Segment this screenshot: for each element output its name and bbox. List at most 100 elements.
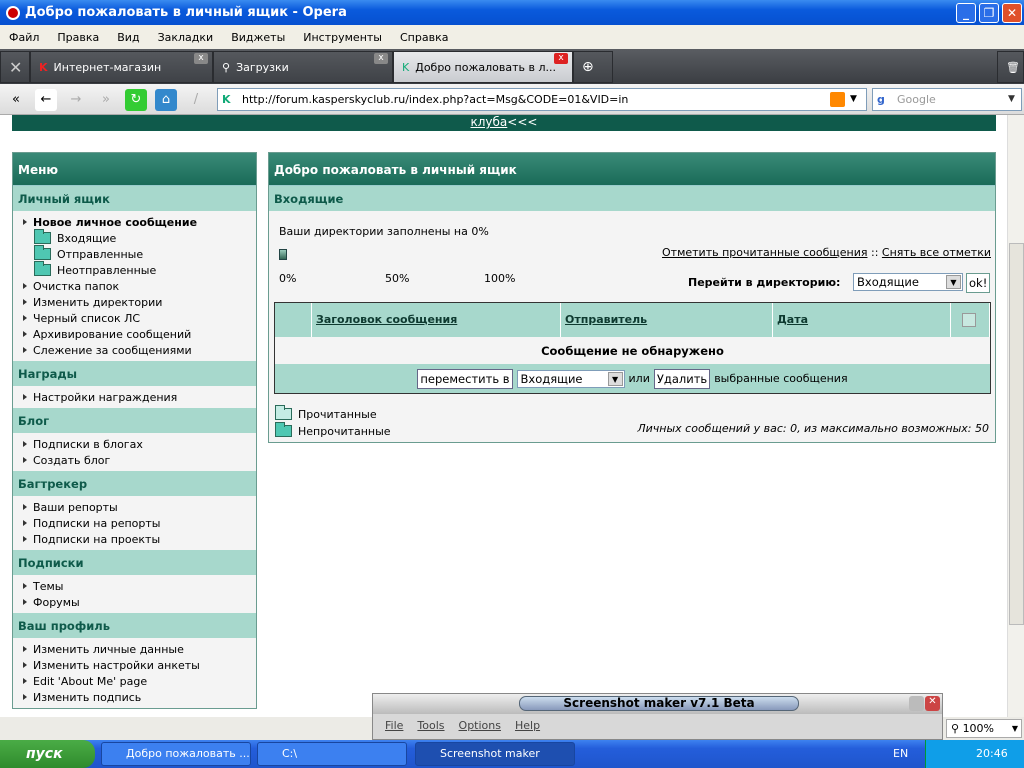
sidebar-item[interactable]: Темы: [23, 578, 256, 594]
forward-icon[interactable]: →: [65, 89, 87, 111]
sm-menu-help[interactable]: Help: [515, 719, 540, 732]
menu-edit[interactable]: Правка: [48, 31, 108, 44]
selected-label: выбранные сообщения: [714, 372, 848, 385]
folder-unsent[interactable]: Неотправленные: [23, 261, 256, 278]
title-bar: Добро пожаловать в личный ящик - Opera _…: [0, 0, 1024, 25]
task-screenshot-maker[interactable]: Screenshot maker: [415, 742, 575, 766]
scrollbar-thumb[interactable]: [1009, 243, 1024, 625]
sm-menu: File Tools Options Help: [385, 719, 540, 732]
reload-icon[interactable]: ↻: [125, 89, 147, 111]
trash-icon[interactable]: 🗑: [997, 51, 1024, 83]
dropdown-arrow-icon[interactable]: ▼: [946, 275, 961, 289]
rss-icon[interactable]: [830, 92, 845, 107]
opera-icon: [6, 5, 20, 20]
dropdown-icon[interactable]: ▼: [850, 89, 857, 110]
home-icon[interactable]: ⌂: [155, 89, 177, 111]
close-button[interactable]: ✕: [1002, 3, 1022, 23]
window-title: Добро пожаловать в личный ящик - Opera: [25, 5, 347, 20]
menu-help[interactable]: Справка: [391, 31, 457, 44]
read-folder-icon: [275, 405, 292, 420]
column-subject[interactable]: Заголовок сообщения: [312, 303, 561, 337]
rewind-icon[interactable]: «: [5, 89, 27, 111]
search-dropdown-icon[interactable]: ▼: [1008, 89, 1015, 110]
sidebar-item[interactable]: Подписки на репорты: [23, 515, 256, 531]
minimize-button[interactable]: _: [956, 3, 976, 23]
sidebar-item[interactable]: Ваши репорты: [23, 499, 256, 515]
club-link[interactable]: клуба: [471, 115, 508, 129]
sidebar-item[interactable]: Изменить подпись: [23, 689, 256, 705]
sm-minimize-button[interactable]: [909, 696, 924, 711]
sm-title: Screenshot maker v7.1 Beta: [519, 696, 799, 711]
move-to-button[interactable]: переместить в: [417, 368, 513, 389]
column-date[interactable]: Дата: [773, 303, 951, 337]
unmark-all-link[interactable]: Снять все отметки: [882, 246, 991, 259]
sidebar-item[interactable]: Изменить настройки анкеты: [23, 657, 256, 673]
kaspersky-club-icon: K: [402, 60, 410, 74]
maximize-button[interactable]: ❐: [979, 3, 999, 23]
folder-sent[interactable]: Отправленные: [23, 245, 256, 262]
tab-downloads[interactable]: ⚲ Загрузки x: [213, 51, 393, 83]
sidebar-item[interactable]: Настройки награждения: [23, 389, 256, 405]
sm-close-button[interactable]: ✕: [925, 696, 940, 711]
sidebar-item[interactable]: Подписки на проекты: [23, 531, 256, 547]
sm-menu-tools[interactable]: Tools: [417, 719, 444, 732]
vertical-scrollbar[interactable]: [1007, 115, 1024, 717]
search-input[interactable]: g Google ▼: [872, 88, 1022, 111]
sm-menu-file[interactable]: File: [385, 719, 403, 732]
sidebar-item[interactable]: Edit 'About Me' page: [23, 673, 256, 689]
empty-message: Сообщение не обнаружено: [541, 344, 724, 358]
back-icon[interactable]: ←: [35, 89, 57, 111]
folder-inbox[interactable]: Входящие: [23, 229, 256, 246]
goto-folder-value: Входящие: [857, 275, 919, 289]
edit-icon[interactable]: /: [185, 89, 207, 111]
menu-bookmarks[interactable]: Закладки: [149, 31, 223, 44]
screenshot-maker-window: Screenshot maker v7.1 Beta ✕ File Tools …: [372, 693, 943, 740]
or-label: или: [628, 372, 650, 385]
sidebar-item[interactable]: Изменить личные данные: [23, 641, 256, 657]
delete-button[interactable]: Удалить: [653, 368, 711, 389]
start-button[interactable]: пуск: [0, 740, 95, 768]
sidebar-item[interactable]: Форумы: [23, 594, 256, 610]
close-tab-icon[interactable]: x: [554, 53, 568, 64]
legend-unread: Непрочитанные: [275, 422, 391, 439]
magnifier-icon: ⚲: [951, 722, 963, 735]
bulk-actions: переместить в Входящие ▼ или Удалить выбр…: [275, 364, 990, 393]
close-tab-icon[interactable]: x: [194, 53, 208, 64]
task-explorer[interactable]: C:\: [257, 742, 407, 766]
sidebar-item[interactable]: Очистка папок: [23, 278, 256, 294]
column-sender[interactable]: Отправитель: [561, 303, 773, 337]
new-message-link[interactable]: Новое личное сообщение: [23, 214, 256, 230]
sidebar-item[interactable]: Черный список ЛС: [23, 310, 256, 326]
select-all-checkbox[interactable]: [962, 313, 976, 327]
sidebar-title: Меню: [13, 153, 256, 186]
sidebar-item[interactable]: Создать блог: [23, 452, 256, 468]
tab-label: Интернет-магазин: [53, 60, 162, 74]
fast-forward-icon[interactable]: »: [95, 89, 117, 111]
menu-file[interactable]: Файл: [0, 31, 48, 44]
mark-read-link[interactable]: Отметить прочитанные сообщения: [662, 246, 868, 259]
system-tray: 20:46: [925, 740, 1024, 768]
sidebar-item[interactable]: Архивирование сообщений: [23, 326, 256, 342]
address-input[interactable]: Khttp://forum.kasperskyclub.ru/index.php…: [217, 88, 867, 111]
menu-widgets[interactable]: Виджеты: [222, 31, 294, 44]
zoom-select[interactable]: ⚲ 100% ▼: [946, 719, 1022, 738]
tab-inbox[interactable]: K Добро пожаловать в л... x: [393, 51, 573, 83]
ok-button[interactable]: ok!: [966, 273, 991, 293]
tab-shop[interactable]: K Интернет-магазин x: [30, 51, 213, 83]
sm-menu-options[interactable]: Options: [459, 719, 501, 732]
legend-read: Прочитанные: [275, 405, 377, 422]
sidebar-item[interactable]: Слежение за сообщениями: [23, 342, 256, 358]
tools-icon[interactable]: ✕: [0, 51, 30, 83]
mark-links: Отметить прочитанные сообщения :: Снять …: [662, 246, 991, 259]
close-tab-icon[interactable]: x: [374, 53, 388, 64]
goto-folder-select[interactable]: Входящие ▼: [853, 273, 963, 291]
task-opera[interactable]: Добро пожаловать ...: [101, 742, 251, 766]
menu-tools[interactable]: Инструменты: [294, 31, 391, 44]
sidebar-item[interactable]: Изменить директории: [23, 294, 256, 310]
language-indicator[interactable]: EN: [893, 747, 908, 760]
move-folder-select[interactable]: Входящие ▼: [516, 369, 625, 388]
menu-view[interactable]: Вид: [108, 31, 148, 44]
sidebar-item[interactable]: Подписки в блогах: [23, 436, 256, 452]
new-tab-button[interactable]: ⊕: [573, 51, 613, 83]
section-awards: Награды: [13, 361, 256, 386]
